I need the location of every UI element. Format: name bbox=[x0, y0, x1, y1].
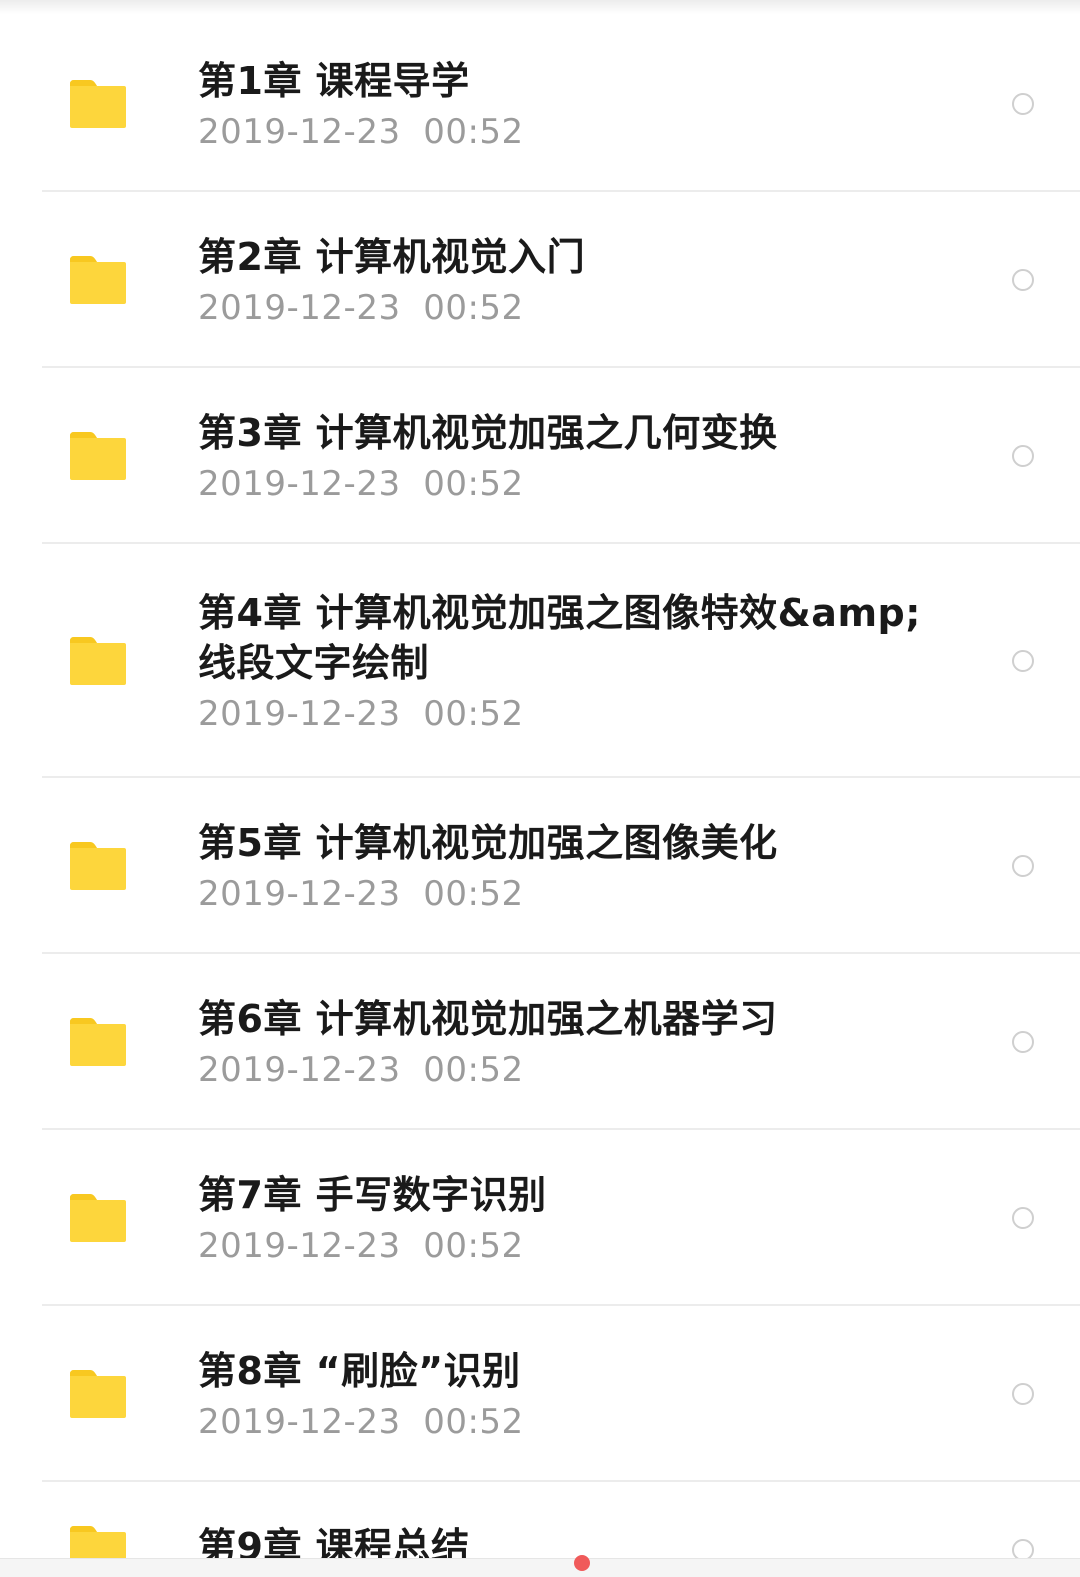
radio-unchecked-icon[interactable] bbox=[1012, 269, 1034, 291]
notification-dot bbox=[574, 1555, 590, 1571]
folder-icon bbox=[70, 842, 126, 890]
file-date: 2019-12-23 00:52 bbox=[198, 1050, 524, 1090]
file-title: 第1章 课程导学 bbox=[198, 59, 470, 103]
file-title: 第7章 手写数字识别 bbox=[198, 1173, 547, 1217]
folder-icon bbox=[70, 80, 126, 128]
file-date: 2019-12-23 00:52 bbox=[198, 694, 524, 734]
radio-unchecked-icon[interactable] bbox=[1012, 93, 1034, 115]
file-date: 2019-12-23 00:52 bbox=[198, 464, 524, 504]
radio-unchecked-icon[interactable] bbox=[1012, 855, 1034, 877]
list-item[interactable]: 第6章 计算机视觉加强之机器学习 2019-12-23 00:52 bbox=[0, 954, 1080, 1130]
radio-unchecked-icon[interactable] bbox=[1012, 1383, 1034, 1405]
file-date: 2019-12-23 00:52 bbox=[198, 1402, 524, 1442]
file-title: 第2章 计算机视觉入门 bbox=[198, 235, 586, 279]
radio-unchecked-icon[interactable] bbox=[1012, 1031, 1034, 1053]
file-title: 第4章 计算机视觉加强之图像特效&amp;线段文字绘制 bbox=[198, 591, 921, 685]
bottom-bar bbox=[0, 1558, 1080, 1577]
radio-unchecked-icon[interactable] bbox=[1012, 445, 1034, 467]
file-list: 第1章 课程导学 2019-12-23 00:52 第2章 计算机视觉入门 20… bbox=[0, 16, 1080, 1577]
list-item[interactable]: 第1章 课程导学 2019-12-23 00:52 bbox=[0, 16, 1080, 192]
file-title: 第6章 计算机视觉加强之机器学习 bbox=[198, 997, 778, 1041]
radio-unchecked-icon[interactable] bbox=[1012, 1207, 1034, 1229]
list-item[interactable]: 第8章 “刷脸”识别 2019-12-23 00:52 bbox=[0, 1306, 1080, 1482]
file-title: 第8章 “刷脸”识别 bbox=[198, 1349, 521, 1393]
file-date: 2019-12-23 00:52 bbox=[198, 288, 524, 328]
folder-icon bbox=[70, 1194, 126, 1242]
list-item[interactable]: 第3章 计算机视觉加强之几何变换 2019-12-23 00:52 bbox=[0, 368, 1080, 544]
list-item[interactable]: 第2章 计算机视觉入门 2019-12-23 00:52 bbox=[0, 192, 1080, 368]
file-list-screen: 第1章 课程导学 2019-12-23 00:52 第2章 计算机视觉入门 20… bbox=[0, 0, 1080, 1577]
folder-icon bbox=[70, 256, 126, 304]
list-item[interactable]: 第4章 计算机视觉加强之图像特效&amp;线段文字绘制 2019-12-23 0… bbox=[0, 544, 1080, 778]
file-title: 第3章 计算机视觉加强之几何变换 bbox=[198, 411, 778, 455]
folder-icon bbox=[70, 637, 126, 685]
folder-icon bbox=[70, 1370, 126, 1418]
radio-unchecked-icon[interactable] bbox=[1012, 650, 1034, 672]
file-date: 2019-12-23 00:52 bbox=[198, 1226, 524, 1266]
top-bar-shadow bbox=[0, 0, 1080, 14]
folder-icon bbox=[70, 1018, 126, 1066]
file-date: 2019-12-23 00:52 bbox=[198, 874, 524, 914]
list-item[interactable]: 第7章 手写数字识别 2019-12-23 00:52 bbox=[0, 1130, 1080, 1306]
folder-icon bbox=[70, 432, 126, 480]
file-title: 第5章 计算机视觉加强之图像美化 bbox=[198, 821, 778, 865]
list-item[interactable]: 第5章 计算机视觉加强之图像美化 2019-12-23 00:52 bbox=[0, 778, 1080, 954]
file-date: 2019-12-23 00:52 bbox=[198, 112, 524, 152]
